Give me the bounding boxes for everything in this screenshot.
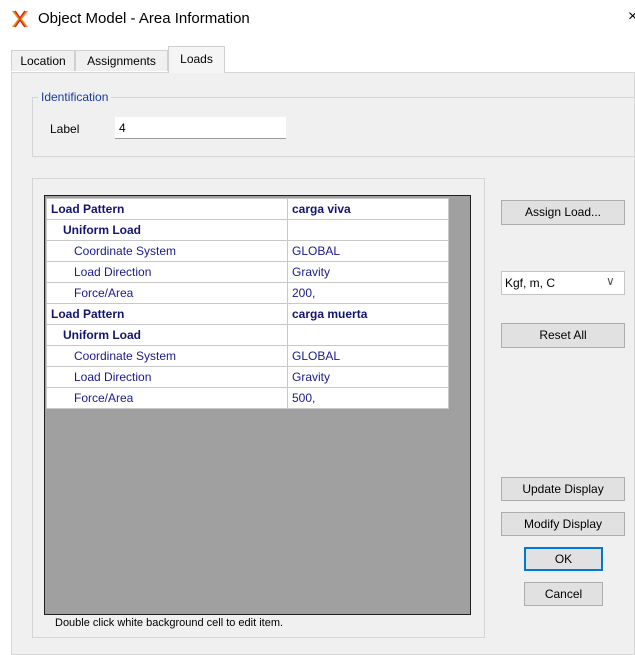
grid-row-value[interactable]: carga muerta bbox=[287, 303, 449, 325]
grid-row-key: Uniform Load bbox=[46, 324, 288, 346]
grid-row-value[interactable]: Gravity bbox=[287, 261, 449, 283]
grid-row-value[interactable]: 500, bbox=[287, 387, 449, 409]
label-field[interactable] bbox=[115, 117, 286, 139]
grid-row-key: Load Direction bbox=[46, 366, 288, 388]
update-display-button[interactable]: Update Display bbox=[501, 477, 625, 501]
chevron-down-icon[interactable]: ∨ bbox=[606, 274, 615, 288]
grid-row-key: Force/Area bbox=[46, 387, 288, 409]
close-icon[interactable]: × bbox=[628, 8, 635, 26]
grid-row-value[interactable]: GLOBAL bbox=[287, 345, 449, 367]
app-logo-icon bbox=[11, 10, 29, 28]
identification-legend: Identification bbox=[38, 90, 112, 104]
grid-row-value[interactable]: GLOBAL bbox=[287, 240, 449, 262]
cancel-button[interactable]: Cancel bbox=[524, 582, 603, 606]
grid-row-value[interactable] bbox=[287, 324, 449, 346]
grid-row-value[interactable]: carga viva bbox=[287, 198, 449, 220]
grid-row: Uniform Load bbox=[46, 219, 449, 241]
grid-row: Load Pattern carga muerta bbox=[46, 303, 449, 325]
grid-row-value[interactable] bbox=[287, 219, 449, 241]
load-grid-table: Load Pattern carga viva Uniform Load Coordi… bbox=[46, 198, 449, 409]
grid-row-key: Coordinate System bbox=[46, 240, 288, 262]
ok-button[interactable]: OK bbox=[524, 547, 603, 571]
reset-all-button[interactable]: Reset All bbox=[501, 323, 625, 348]
tab-location[interactable]: Location bbox=[11, 50, 75, 71]
grid-row: Force/Area 200, bbox=[46, 282, 449, 304]
units-selected-value: Kgf, m, C bbox=[505, 276, 556, 290]
grid-row: Uniform Load bbox=[46, 324, 449, 346]
grid-row-key: Force/Area bbox=[46, 282, 288, 304]
grid-row-value[interactable]: Gravity bbox=[287, 366, 449, 388]
grid-row: Load Direction Gravity bbox=[46, 366, 449, 388]
label-caption: Label bbox=[50, 122, 80, 136]
grid-row: Coordinate System GLOBAL bbox=[46, 240, 449, 262]
window-title: Object Model - Area Information bbox=[38, 10, 250, 27]
grid-hint: Double click white background cell to ed… bbox=[55, 617, 284, 629]
grid-row-key: Load Direction bbox=[46, 261, 288, 283]
grid-row-value[interactable]: 200, bbox=[287, 282, 449, 304]
grid-row-key: Uniform Load bbox=[46, 219, 288, 241]
grid-row: Coordinate System GLOBAL bbox=[46, 345, 449, 367]
tab-loads[interactable]: Loads bbox=[168, 46, 225, 73]
grid-row-key: Coordinate System bbox=[46, 345, 288, 367]
grid-row: Load Direction Gravity bbox=[46, 261, 449, 283]
grid-row: Load Pattern carga viva bbox=[46, 198, 449, 220]
tab-assignments[interactable]: Assignments bbox=[75, 50, 168, 71]
grid-row: Force/Area 500, bbox=[46, 387, 449, 409]
grid-row-key: Load Pattern bbox=[46, 198, 288, 220]
tab-bar: Location Assignments Loads bbox=[11, 46, 635, 73]
grid-row-key: Load Pattern bbox=[46, 303, 288, 325]
modify-display-button[interactable]: Modify Display bbox=[501, 512, 625, 536]
assign-load-button[interactable]: Assign Load... bbox=[501, 200, 625, 225]
